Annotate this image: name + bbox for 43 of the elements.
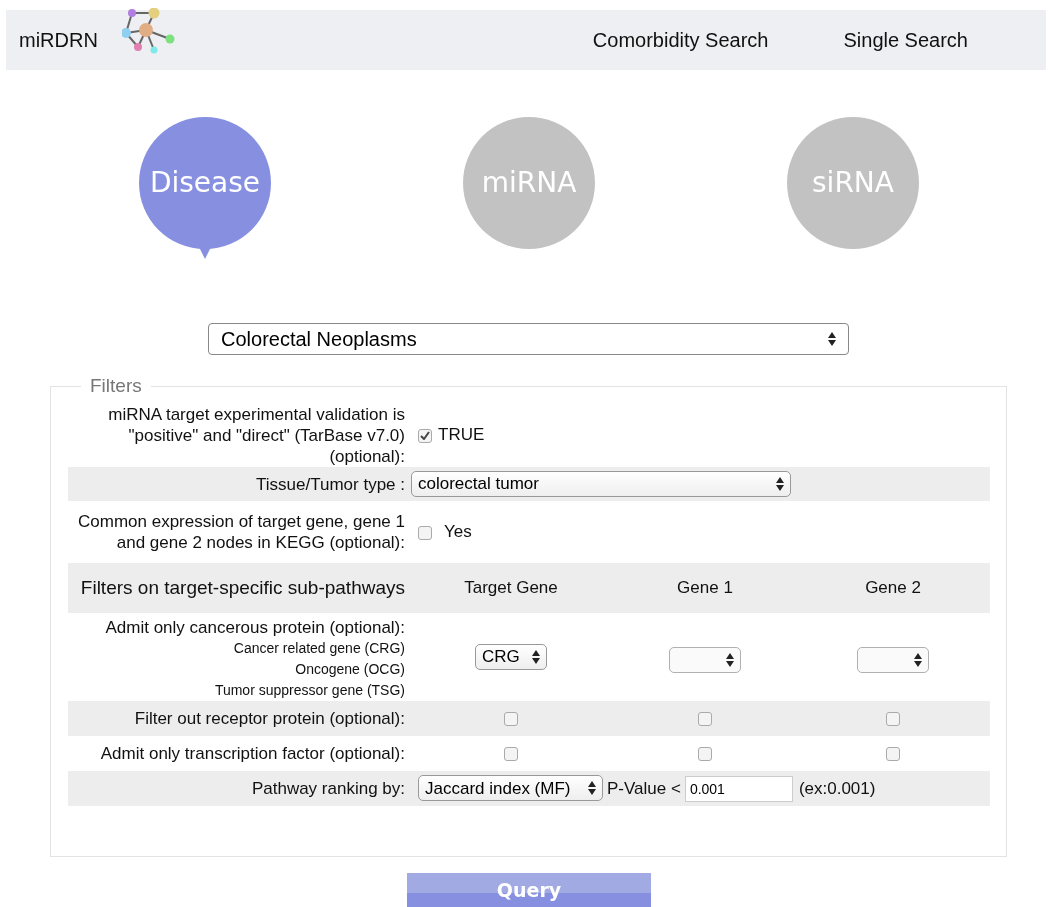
field-label: Filters on target-specific sub-pathways: [80, 577, 405, 598]
checkbox[interactable]: [886, 747, 900, 762]
option-label: Oncogene (OCG): [294, 660, 405, 679]
field-label: Filter out receptor protein (optional):: [134, 709, 405, 728]
select-arrows-icon: [726, 652, 734, 667]
field-label: Tissue/Tumor type :: [256, 474, 405, 494]
checkbox[interactable]: [504, 747, 518, 762]
select-arrows-icon: [828, 332, 836, 346]
select-arrows-icon: [914, 652, 922, 667]
column-header: Gene 2: [865, 578, 921, 598]
brand-name[interactable]: miRDRN: [19, 25, 98, 55]
field-label: miRNA target experimental validation is "positive" and "direct" (TarBase v7.0) (optional):: [108, 404, 405, 466]
checkbox[interactable]: [698, 712, 712, 727]
field-label: Pathway ranking by:: [251, 779, 405, 798]
nav-link[interactable]: Single Search: [843, 25, 968, 55]
select-arrows-icon: [532, 650, 540, 664]
gene-type-select[interactable]: [857, 646, 929, 673]
field-label: P-Value <: [607, 778, 681, 798]
checkbox[interactable]: [504, 712, 518, 727]
tissue-select[interactable]: colorectal tumor: [411, 471, 791, 497]
gene-type-select[interactable]: CRG: [475, 644, 547, 670]
column-header: Gene 1: [677, 578, 733, 598]
pvalue-field[interactable]: 0.001: [684, 775, 793, 802]
field-label: Admit only cancerous protein (optional):: [104, 617, 405, 638]
option-label: TRUE: [438, 425, 485, 445]
select-arrows-icon: [588, 781, 596, 796]
nav-link[interactable]: Comorbidity Search: [592, 25, 769, 55]
field-label: Admit only transcription factor (optional):: [100, 744, 405, 763]
checkbox[interactable]: [418, 428, 432, 443]
column-header: Target Gene: [464, 578, 558, 598]
option-label: Cancer related gene (CRG): [232, 639, 405, 658]
select-arrows-icon: [776, 477, 784, 491]
ranking-select[interactable]: Jaccard index (MF): [418, 775, 603, 802]
hint-text: (ex:0.001): [798, 778, 876, 798]
checkbox[interactable]: [698, 747, 712, 762]
option-label: Yes: [444, 522, 472, 542]
field-label: Common expression of target gene, gene 1 and gene 2 nodes in KEGG (optional):: [78, 512, 405, 552]
disease-select[interactable]: Colorectal Neoplasms: [208, 323, 849, 355]
gene-type-select[interactable]: [669, 646, 741, 673]
check-icon: [420, 431, 430, 441]
checkbox[interactable]: [886, 712, 900, 727]
checkbox[interactable]: [418, 525, 432, 540]
option-label: Tumor suppressor gene (TSG): [213, 681, 405, 700]
